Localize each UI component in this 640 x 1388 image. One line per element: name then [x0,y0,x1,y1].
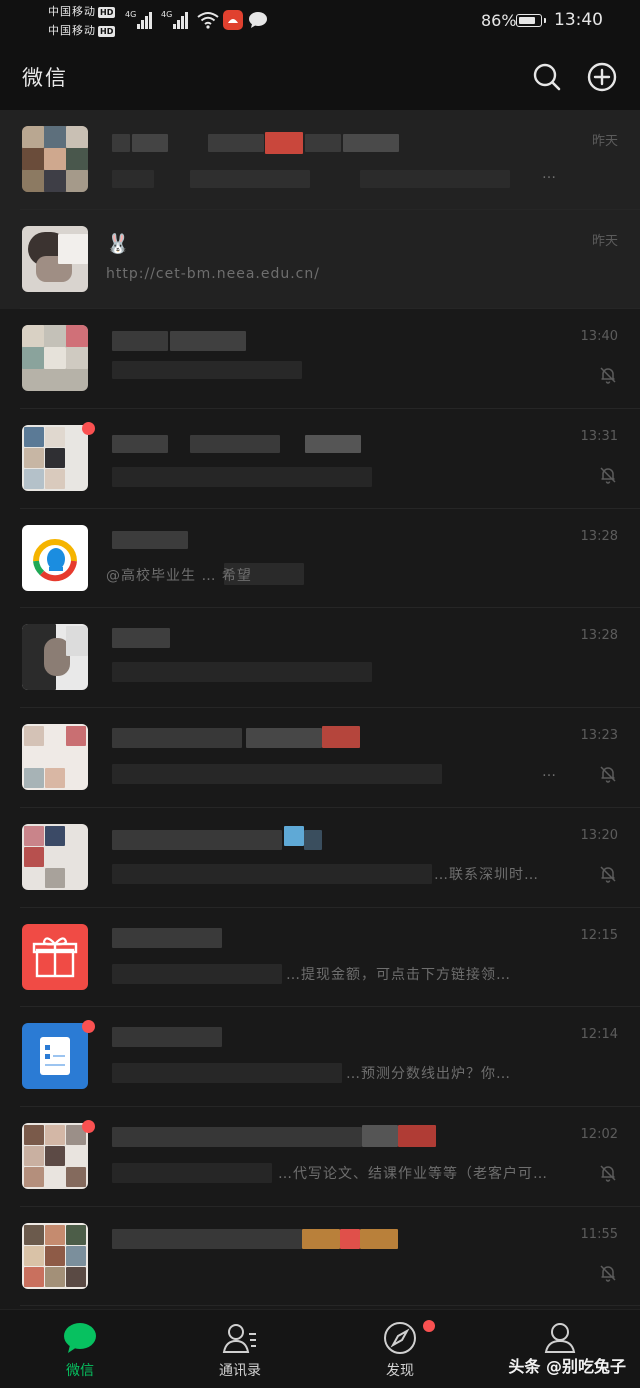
mute-bell-icon [600,367,616,385]
mute-bell-icon [600,467,616,484]
chat-list-item[interactable]: …提现金额，可点击下方链接领… 12:15 [0,907,640,1008]
qq-penguin-logo-avatar [22,524,88,591]
chat-preview: …代写论文、结课作业等等（老客户可… [278,1165,548,1182]
chat-list-item[interactable]: 13:40 [0,309,640,410]
chat-time: 13:28 [580,628,618,644]
discover-unread-dot [423,1320,435,1332]
chat-list-item[interactable]: 13:28 [0,608,640,709]
chat-preview: …提现金额，可点击下方链接领… [286,966,511,983]
chat-list-item[interactable]: … 13:23 [0,708,640,808]
chat-preview: @高校毕业生 … 希望 [106,567,252,584]
status-time: 13:40 [554,10,603,30]
unread-dot [82,1020,95,1034]
tab-discover[interactable]: 发现 [320,1310,480,1388]
group-photo-collage-avatar [22,823,88,890]
network-type-1: 4G [125,10,137,19]
tab-label: 微信 [66,1363,94,1379]
chat-time: 13:23 [580,728,618,744]
chat-time: 昨天 [591,134,618,149]
chat-time: 13:31 [580,429,618,445]
unread-dot [82,1119,95,1133]
chat-list-item[interactable]: @高校毕业生 … 希望 13:28 [0,508,640,609]
hd-badge: HD [98,7,116,18]
battery-icon [516,14,546,27]
chat-time: 12:15 [580,927,618,943]
app-header: 微信 [0,44,640,110]
chat-preview: …联系深圳时… [434,866,539,883]
red-gift-icon-avatar [22,923,88,990]
battery-percent: 86% [481,11,517,30]
message-notification-icon [249,12,267,28]
chat-time: 12:14 [580,1027,618,1043]
chat-time: 13:20 [580,827,618,843]
signal-strength-icon [137,11,157,29]
bottom-tab-bar: 微信 通讯录 发现 我 头条 @别吃兔子 [0,1309,640,1388]
tab-chats[interactable]: 微信 [0,1310,160,1388]
chat-time: 12:02 [580,1126,618,1142]
mute-bell-icon [600,1265,616,1282]
person-photo-avatar [22,225,88,292]
blue-document-icon-avatar [22,1023,88,1090]
chat-preview: …预测分数线出炉？你… [346,1066,511,1083]
watermark-text: 头条 @别吃兔子 [508,1357,626,1376]
chat-preview: http://cet-bm.neea.edu.cn/ [106,265,320,282]
wifi-icon [197,12,219,29]
chat-list-item[interactable]: 13:31 [0,409,640,509]
group-photo-collage-avatar [22,1122,88,1189]
page-title: 微信 [22,66,68,90]
chat-time: 11:55 [580,1226,618,1242]
group-photo-collage-avatar [22,425,88,492]
contacts-icon [222,1324,256,1353]
carrier-label-2: 中国移动 HD [48,24,116,37]
status-bar: 中国移动 HD 中国移动 HD 4G 4G 86% 13:40 [0,0,640,44]
chat-name: 🐰 [106,232,130,255]
hd-badge: HD [98,26,116,37]
compass-icon [384,1322,416,1354]
chat-list-item[interactable]: …代写论文、结课作业等等（老客户可… 12:02 [0,1106,640,1207]
tab-label: 通讯录 [219,1363,261,1379]
chat-preview: … [542,764,557,781]
plus-circle-icon[interactable] [586,61,618,93]
group-photo-collage-avatar [22,724,88,791]
gift-icon [32,936,78,977]
pixelated-photo-avatar [22,325,88,392]
mute-bell-icon [600,766,616,783]
search-icon[interactable] [531,61,563,93]
signal-strength-icon [173,11,193,29]
chat-bubble-icon [64,1323,96,1353]
app-notification-icon [223,10,243,30]
tab-me[interactable]: 我 头条 @别吃兔子 [480,1310,640,1388]
chat-list-item[interactable]: 🐰 http://cet-bm.neea.edu.cn/ 昨天 [0,209,640,310]
person-photo-avatar [22,624,88,691]
group-photo-collage-avatar [22,1222,88,1289]
chat-time: 昨天 [591,233,618,249]
group-photo-collage-avatar [22,126,88,192]
chat-list-item[interactable]: …联系深圳时… 13:20 [0,807,640,908]
mute-bell-icon [600,1165,616,1182]
chat-preview: … [542,166,557,182]
qq-penguin-icon [33,538,77,581]
chat-list-item[interactable]: …预测分数线出炉？你… 12:14 [0,1007,640,1107]
document-icon [40,1037,70,1076]
chat-list-item[interactable]: … 昨天 [0,110,640,210]
person-icon [544,1323,576,1353]
chat-list: … 昨天 🐰 http://cet-bm.neea.edu.cn/ 昨天 13:… [0,110,640,1307]
chat-time: 13:40 [580,329,618,345]
chat-time: 13:28 [580,528,618,544]
chat-list-item[interactable]: 11:55 [0,1206,640,1307]
battery-level-fill [519,17,536,24]
mute-bell-icon [600,866,616,883]
tab-contacts[interactable]: 通讯录 [160,1310,320,1388]
tab-label: 发现 [386,1363,414,1379]
carrier-label-1: 中国移动 HD [48,5,116,18]
unread-dot [82,422,95,436]
network-type-2: 4G [161,10,173,19]
